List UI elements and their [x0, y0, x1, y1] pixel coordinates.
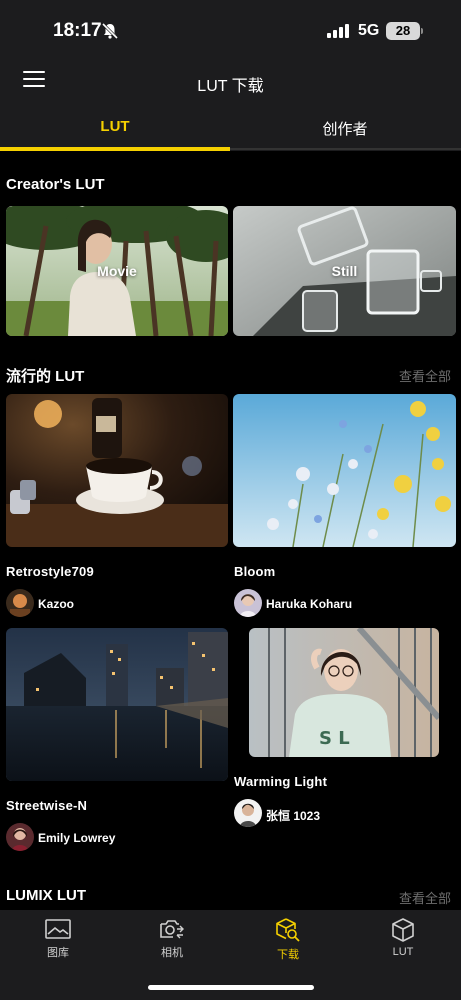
signal-icon — [327, 24, 349, 38]
page-title: LUT 下载 — [197, 78, 264, 95]
gallery-icon — [45, 919, 71, 939]
nav-item-download[interactable]: 下载 — [258, 918, 318, 962]
coffee-thumbnail — [6, 394, 228, 547]
nav-item-gallery[interactable]: 图库 — [28, 918, 88, 960]
lut-card-retrostyle709[interactable] — [6, 394, 228, 547]
lut-card-bloom[interactable] — [233, 394, 456, 547]
creator-card-still[interactable]: Still — [233, 206, 456, 336]
lut-name: Warming Light — [234, 774, 328, 789]
nav-label: 下载 — [277, 949, 299, 961]
lut-card-warming-light[interactable]: S L — [249, 628, 439, 757]
author-avatar[interactable] — [6, 589, 34, 617]
author-avatar[interactable] — [234, 589, 262, 617]
nav-label: 图库 — [47, 947, 69, 959]
tab-divider — [230, 148, 461, 150]
status-bar: 18:17 5G 28 — [0, 0, 461, 60]
city-night-thumbnail — [6, 628, 228, 781]
lut-name: Retrostyle709 — [6, 564, 94, 579]
tab-active-indicator — [0, 147, 230, 151]
download-icon — [276, 918, 300, 942]
author-name[interactable]: Kazoo — [38, 597, 74, 611]
battery-icon: 28 — [386, 22, 420, 40]
tab-bar: LUT 创作者 — [0, 105, 461, 151]
nav-item-camera[interactable]: 相机 — [142, 918, 202, 960]
lut-name: Bloom — [234, 564, 276, 579]
network-type: 5G — [358, 22, 380, 39]
bell-muted-icon — [101, 22, 119, 40]
camera-icon — [160, 920, 184, 939]
tab-lut[interactable]: LUT — [0, 118, 230, 135]
app-header: LUT 下载 — [0, 60, 461, 105]
author-name[interactable]: Haruka Koharu — [266, 597, 352, 611]
lut-cube-icon — [392, 918, 414, 942]
flowers-thumbnail — [233, 394, 456, 547]
creators-section-title: Creator's LUT — [6, 176, 105, 193]
portrait-thumbnail: S L — [249, 628, 439, 757]
author-name[interactable]: 张恒 1023 — [266, 807, 320, 824]
lumix-see-all-link[interactable]: 查看全部 — [399, 888, 451, 907]
tab-creators[interactable]: 创作者 — [230, 118, 460, 139]
home-indicator[interactable] — [148, 985, 314, 990]
battery-tip — [421, 28, 423, 34]
popular-see-all-link[interactable]: 查看全部 — [399, 366, 451, 385]
lumix-section-title: LUMIX LUT — [6, 887, 86, 904]
popular-section-title: 流行的 LUT — [6, 368, 85, 385]
author-avatar[interactable] — [6, 823, 34, 851]
svg-text:S L: S L — [319, 728, 350, 749]
author-avatar[interactable] — [234, 799, 262, 827]
nav-item-lut[interactable]: LUT — [373, 918, 433, 958]
lut-card-streetwise-n[interactable] — [6, 628, 228, 781]
nav-label: 相机 — [161, 947, 183, 959]
author-name[interactable]: Emily Lowrey — [38, 831, 115, 845]
lut-name: Streetwise-N — [6, 798, 88, 813]
creator-card-label: Still — [331, 263, 358, 279]
status-time: 18:17 — [53, 20, 102, 41]
creator-card-movie[interactable]: Movie — [6, 206, 228, 336]
creator-card-label: Movie — [97, 263, 137, 279]
nav-label: LUT — [392, 946, 414, 958]
